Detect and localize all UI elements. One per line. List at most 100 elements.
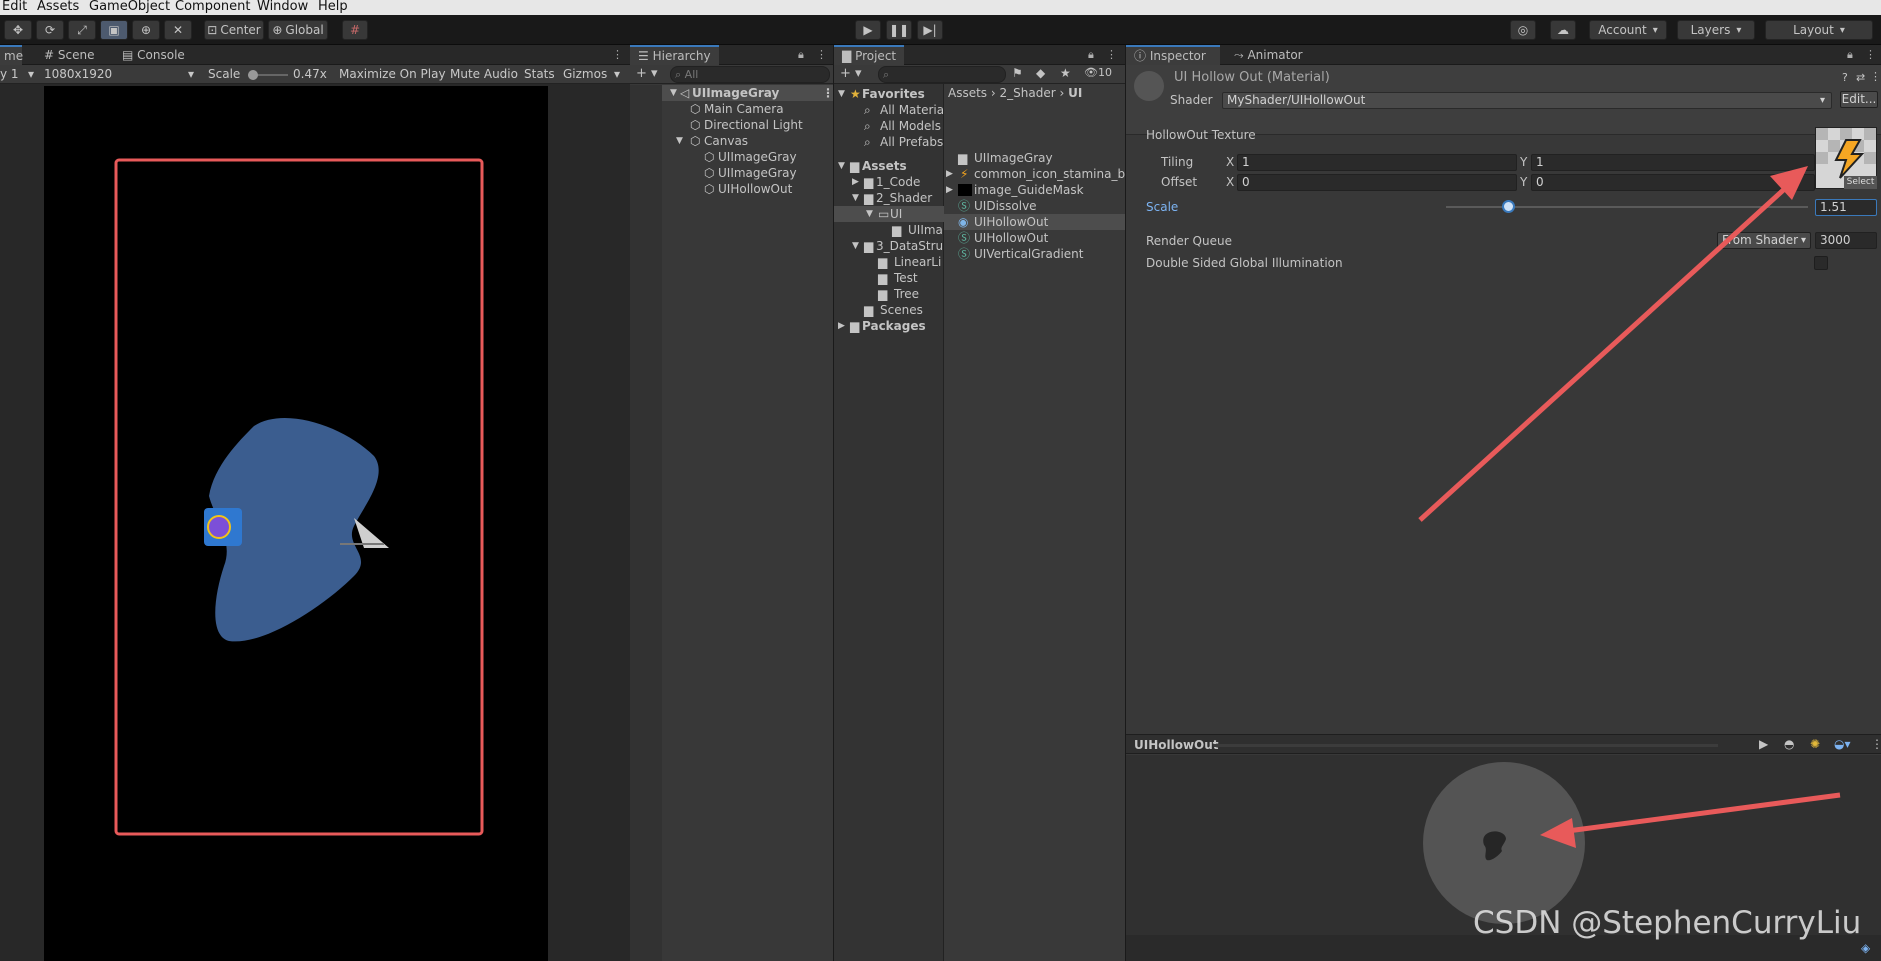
favorites-header[interactable]: ▼ ★ Favorites <box>838 86 925 102</box>
texture-slot[interactable]: Select <box>1815 127 1877 189</box>
menu-component[interactable]: Component <box>175 0 250 14</box>
menu-assets[interactable]: Assets <box>37 0 79 14</box>
menu-window[interactable]: Window <box>257 0 308 14</box>
help-icon[interactable]: ? <box>1842 71 1848 84</box>
scale-slider-track[interactable] <box>1446 206 1808 208</box>
lock-icon[interactable]: 🔒︎ <box>1847 48 1853 62</box>
kebab-menu-icon[interactable]: ⋮ <box>816 48 827 61</box>
scene-row[interactable]: ▼ ◁ UIImageGray ⋮ <box>662 85 833 101</box>
play-icon[interactable]: ▶ <box>1759 737 1768 751</box>
stats-toggle[interactable]: Stats <box>524 67 555 81</box>
menu-gameobject[interactable]: GameObject <box>89 0 170 14</box>
menu-edit[interactable]: Edit <box>2 0 27 14</box>
menu-help[interactable]: Help <box>318 0 348 14</box>
file-uiverticalgradient[interactable]: Ⓢ UIVerticalGradient <box>958 246 1083 262</box>
file-uihollowout-material[interactable]: ◉ UIHollowOut <box>944 214 1125 230</box>
rect-tool-button[interactable]: ▣ <box>100 20 128 40</box>
file-uiimagegray[interactable]: ▆ UIImageGray <box>958 150 1053 166</box>
play-button[interactable]: ▶ <box>855 20 881 40</box>
file-common-icon-stamina-big[interactable]: ▶ ⚡ common_icon_stamina_big <box>946 166 1125 182</box>
folder-tree[interactable]: ▆ Tree <box>878 286 919 302</box>
resolution-dropdown[interactable]: 1080x1920 <box>44 67 112 81</box>
star-icon[interactable]: ★ <box>1060 66 1071 80</box>
breadcrumb-ui[interactable]: UI <box>1068 86 1082 100</box>
hierarchy-search-input[interactable]: ⌕ All <box>670 66 830 83</box>
kebab-menu-icon[interactable]: ⋮ <box>1870 70 1881 83</box>
preview-background-icon[interactable]: ◒▾ <box>1834 737 1851 751</box>
edit-shader-button[interactable]: Edit... <box>1840 91 1878 108</box>
project-search-input[interactable]: ⌕ <box>878 66 1006 83</box>
folder-scenes[interactable]: ▆ Scenes <box>864 302 923 318</box>
folder-2-shader[interactable]: ▼ ▆ 2_Shader <box>852 190 932 206</box>
add-dropdown[interactable]: + ▾ <box>636 66 658 81</box>
preview-drag-handle[interactable] <box>1214 744 1718 747</box>
tiling-x-field[interactable]: 1 <box>1237 154 1517 171</box>
custom-tool-button[interactable]: ✕ <box>164 20 192 40</box>
tab-console[interactable]: ▤ Console <box>114 45 193 65</box>
render-queue-field[interactable]: 3000 <box>1815 232 1877 249</box>
cloud-button[interactable]: ☁ <box>1550 20 1576 40</box>
sphere-icon[interactable]: ◓ <box>1784 737 1794 751</box>
scale-slider-thumb[interactable] <box>1502 200 1515 213</box>
display-dropdown[interactable]: y 1 <box>0 67 19 81</box>
tab-project[interactable]: ▇ Project <box>834 45 905 65</box>
add-dropdown[interactable]: + ▾ <box>840 66 862 81</box>
transform-tool-button[interactable]: ⊕ <box>132 20 160 40</box>
hierarchy-item-uiimagegray-2[interactable]: ⬡ UIImageGray <box>702 165 797 181</box>
tab-inspector[interactable]: ⓘ Inspector <box>1126 45 1220 65</box>
tab-animator[interactable]: ⤳ Animator <box>1226 45 1311 65</box>
kebab-menu-icon[interactable]: ⋮ <box>822 85 833 101</box>
hierarchy-item-canvas[interactable]: ▼ ⬡ Canvas <box>676 133 748 149</box>
filter-type-icon[interactable]: ⚑ <box>1012 66 1023 80</box>
tab-hierarchy[interactable]: ☰ Hierarchy <box>630 45 719 65</box>
layers-dropdown[interactable]: Layers <box>1677 20 1755 40</box>
label-icon[interactable]: ◆ <box>1036 66 1045 80</box>
assets-folder[interactable]: ▼ ▆ Assets <box>838 158 907 174</box>
pivot-toggle[interactable]: ⊡ Center <box>204 20 264 40</box>
select-texture-button[interactable]: Select <box>1844 176 1877 189</box>
hierarchy-item-main-camera[interactable]: ⬡ Main Camera <box>688 101 784 117</box>
scale-value-field[interactable]: 1.51 <box>1815 199 1877 216</box>
packages-folder[interactable]: ▶ ▆ Packages <box>838 318 926 334</box>
tiling-y-field[interactable]: 1 <box>1531 154 1815 171</box>
shader-dropdown[interactable]: MyShader/UIHollowOut ▾ <box>1222 92 1832 109</box>
account-dropdown[interactable]: Account <box>1589 20 1667 40</box>
scale-tool-button[interactable]: ⤢ <box>68 20 96 40</box>
favorite-all-models[interactable]: ⌕ All Models <box>864 118 941 134</box>
dsgi-checkbox[interactable] <box>1814 256 1828 270</box>
folder-test[interactable]: ▆ Test <box>878 270 918 286</box>
game-render-area[interactable] <box>44 86 548 961</box>
offset-x-field[interactable]: 0 <box>1237 174 1517 191</box>
grid-snap-button[interactable]: # <box>342 20 368 40</box>
light-icon[interactable]: ✺ <box>1810 737 1820 751</box>
folder-uiima[interactable]: ▆ UIIma <box>892 222 943 238</box>
render-queue-dropdown[interactable]: From Shader ▾ <box>1717 232 1811 249</box>
folder-linearli[interactable]: ▆ LinearLi <box>878 254 941 270</box>
label-tag-icon[interactable]: ◈ <box>1861 941 1870 955</box>
gizmos-toggle[interactable]: Gizmos <box>563 67 607 81</box>
kebab-menu-icon[interactable]: ⋮ <box>612 48 623 61</box>
lock-icon[interactable]: 🔒︎ <box>1088 48 1094 62</box>
hierarchy-item-directional-light[interactable]: ⬡ Directional Light <box>688 117 803 133</box>
layout-dropdown[interactable]: Layout <box>1765 20 1873 40</box>
preset-icon[interactable]: ⇄ <box>1856 71 1865 84</box>
file-image-guidemask[interactable]: ▶ image_GuideMask <box>946 182 1084 198</box>
pause-button[interactable]: ❚❚ <box>886 20 912 40</box>
folder-3-datastru[interactable]: ▼ ▆ 3_DataStru <box>852 238 943 254</box>
kebab-menu-icon[interactable]: ⋮ <box>1871 737 1881 751</box>
scale-slider-thumb[interactable] <box>248 70 258 80</box>
collab-button[interactable]: ◎ <box>1510 20 1536 40</box>
kebab-menu-icon[interactable]: ⋮ <box>1865 48 1876 61</box>
file-uihollowout-shader[interactable]: Ⓢ UIHollowOut <box>958 230 1048 246</box>
offset-y-field[interactable]: 0 <box>1531 174 1815 191</box>
file-uidissolve[interactable]: Ⓢ UIDissolve <box>958 198 1037 214</box>
breadcrumb-2-shader[interactable]: 2_Shader <box>1000 86 1056 100</box>
hidden-count-badge[interactable]: 👁︎10 <box>1084 66 1112 79</box>
breadcrumb-assets[interactable]: Assets <box>948 86 987 100</box>
favorite-all-materials[interactable]: ⌕ All Materia <box>864 102 944 118</box>
favorite-all-prefabs[interactable]: ⌕ All Prefabs <box>864 134 943 150</box>
tab-game[interactable]: me <box>0 45 23 65</box>
move-tool-button[interactable]: ✥ <box>4 20 32 40</box>
tab-scene[interactable]: # Scene <box>36 45 102 65</box>
rotate-tool-button[interactable]: ⟳ <box>36 20 64 40</box>
